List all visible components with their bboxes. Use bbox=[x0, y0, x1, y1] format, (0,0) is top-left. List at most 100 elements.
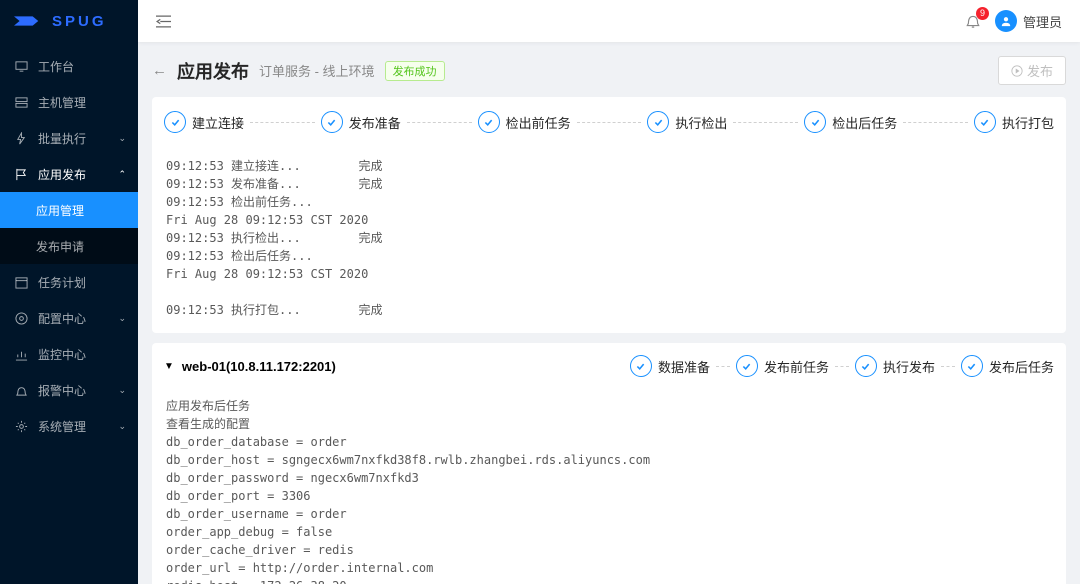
topbar: 9 管理员 bbox=[138, 0, 1080, 42]
calendar-icon bbox=[14, 275, 28, 289]
collapse-host-button[interactable]: ▼ bbox=[164, 361, 174, 372]
step: 执行发布 bbox=[855, 355, 935, 377]
gear-icon bbox=[14, 419, 28, 433]
check-icon bbox=[961, 355, 983, 377]
nav-label: 工作台 bbox=[38, 58, 74, 75]
logo: SPUG bbox=[0, 0, 138, 42]
step-divider bbox=[733, 122, 798, 123]
page-title: 应用发布 bbox=[177, 58, 249, 84]
step-divider bbox=[835, 366, 849, 367]
alert-icon bbox=[14, 383, 28, 397]
check-icon bbox=[478, 111, 500, 133]
thunder-icon bbox=[14, 131, 28, 145]
step-label: 发布准备 bbox=[349, 113, 401, 132]
nav-config[interactable]: 配置中心 ⌄ bbox=[0, 300, 138, 336]
nav-label: 任务计划 bbox=[38, 274, 86, 291]
main-content: ← 应用发布 订单服务 - 线上环境 发布成功 发布 建立连接 发布准备 检出前任务… bbox=[138, 42, 1080, 584]
step-label: 检出前任务 bbox=[506, 113, 571, 132]
step-divider bbox=[250, 122, 315, 123]
step: 检出后任务 bbox=[804, 111, 897, 133]
step: 执行检出 bbox=[647, 111, 727, 133]
page-subtitle: 订单服务 - 线上环境 bbox=[259, 61, 375, 80]
step: 检出前任务 bbox=[478, 111, 571, 133]
nav-deploy-apps[interactable]: 应用管理 bbox=[0, 192, 138, 228]
nav-workspace[interactable]: 工作台 bbox=[0, 48, 138, 84]
check-icon bbox=[630, 355, 652, 377]
step-label: 检出后任务 bbox=[832, 113, 897, 132]
check-icon bbox=[974, 111, 996, 133]
nav-deploy[interactable]: 应用发布 ⌃ bbox=[0, 156, 138, 192]
check-icon bbox=[164, 111, 186, 133]
nav-label: 应用发布 bbox=[38, 166, 86, 183]
nav-deploy-submenu: 应用管理 发布申请 bbox=[0, 192, 138, 264]
nav-label: 报警中心 bbox=[38, 382, 86, 399]
host-log: 应用发布后任务 查看生成的配置 db_order_database = orde… bbox=[152, 387, 1066, 584]
nav-deploy-requests[interactable]: 发布申请 bbox=[0, 228, 138, 264]
chart-icon bbox=[14, 347, 28, 361]
nav-batch[interactable]: 批量执行⌄ bbox=[0, 120, 138, 156]
chevron-up-icon: ⌃ bbox=[118, 169, 126, 180]
chevron-down-icon: ⌄ bbox=[118, 313, 126, 324]
step: 发布准备 bbox=[321, 111, 401, 133]
step-label: 执行发布 bbox=[883, 357, 935, 376]
nav-system[interactable]: 系统管理 ⌄ bbox=[0, 408, 138, 444]
nav-alert[interactable]: 报警中心 ⌄ bbox=[0, 372, 138, 408]
check-icon bbox=[736, 355, 758, 377]
collapse-sidebar-button[interactable] bbox=[156, 14, 171, 29]
step-divider bbox=[407, 122, 472, 123]
config-icon bbox=[14, 311, 28, 325]
nav-hosts[interactable]: 主机管理 bbox=[0, 84, 138, 120]
nav-label: 主机管理 bbox=[38, 94, 86, 111]
brand-text: SPUG bbox=[52, 13, 107, 30]
user-menu[interactable]: 管理员 bbox=[995, 10, 1062, 32]
nav-cron[interactable]: 任务计划 bbox=[0, 264, 138, 300]
check-icon bbox=[855, 355, 877, 377]
step-divider bbox=[903, 122, 968, 123]
status-badge: 发布成功 bbox=[385, 61, 445, 81]
user-name: 管理员 bbox=[1023, 12, 1062, 31]
notification-badge: 9 bbox=[976, 7, 989, 20]
nav-label: 系统管理 bbox=[38, 418, 86, 435]
notifications-button[interactable]: 9 bbox=[965, 13, 981, 29]
chevron-down-icon: ⌄ bbox=[118, 421, 126, 432]
step: 发布前任务 bbox=[736, 355, 829, 377]
chevron-down-icon: ⌄ bbox=[118, 385, 126, 396]
check-icon bbox=[647, 111, 669, 133]
sidebar: SPUG 工作台 主机管理 批量执行⌄ 应用发布 ⌃ 应用管理 发布申请 任务计划… bbox=[0, 0, 138, 584]
nav-label: 发布申请 bbox=[36, 238, 84, 255]
page-header: ← 应用发布 订单服务 - 线上环境 发布成功 发布 bbox=[152, 56, 1066, 85]
host-card-header: ▼ web-01(10.8.11.172:2201) 数据准备 发布前任务 执行发布… bbox=[152, 343, 1066, 387]
build-log: 09:12:53 建立接连... 完成 09:12:53 发布准备... 完成 … bbox=[152, 147, 1066, 333]
step-label: 建立连接 bbox=[192, 113, 244, 132]
check-icon bbox=[804, 111, 826, 133]
step: 执行打包 bbox=[974, 111, 1054, 133]
host-label: web-01(10.8.11.172:2201) bbox=[182, 359, 336, 374]
desktop-icon bbox=[14, 59, 28, 73]
step: 数据准备 bbox=[630, 355, 710, 377]
step: 发布后任务 bbox=[961, 355, 1054, 377]
build-steps: 建立连接 发布准备 检出前任务 执行检出 检出后任务 执行打包 bbox=[152, 97, 1066, 147]
step-divider bbox=[941, 366, 955, 367]
nav-label: 应用管理 bbox=[36, 202, 84, 219]
step-label: 发布后任务 bbox=[989, 357, 1054, 376]
host-card: ▼ web-01(10.8.11.172:2201) 数据准备 发布前任务 执行发布… bbox=[152, 343, 1066, 584]
host-steps: 数据准备 发布前任务 执行发布 发布后任务 bbox=[630, 355, 1054, 377]
nav-label: 配置中心 bbox=[38, 310, 86, 327]
play-icon bbox=[1011, 65, 1023, 77]
step-label: 数据准备 bbox=[658, 357, 710, 376]
deploy-button[interactable]: 发布 bbox=[998, 56, 1066, 85]
step: 建立连接 bbox=[164, 111, 244, 133]
step-label: 执行检出 bbox=[675, 113, 727, 132]
back-button[interactable]: ← bbox=[152, 62, 167, 79]
nav-label: 监控中心 bbox=[38, 346, 86, 363]
avatar-icon bbox=[995, 10, 1017, 32]
step-label: 执行打包 bbox=[1002, 113, 1054, 132]
nav-monitor[interactable]: 监控中心 bbox=[0, 336, 138, 372]
deploy-label: 发布 bbox=[1027, 61, 1053, 80]
nav-menu: 工作台 主机管理 批量执行⌄ 应用发布 ⌃ 应用管理 发布申请 任务计划 配置中心… bbox=[0, 42, 138, 444]
build-card: 建立连接 发布准备 检出前任务 执行检出 检出后任务 执行打包 09:12:53 建立接连… bbox=[152, 97, 1066, 333]
flag-icon bbox=[14, 167, 28, 181]
step-divider bbox=[577, 122, 642, 123]
logo-icon bbox=[14, 14, 42, 28]
check-icon bbox=[321, 111, 343, 133]
